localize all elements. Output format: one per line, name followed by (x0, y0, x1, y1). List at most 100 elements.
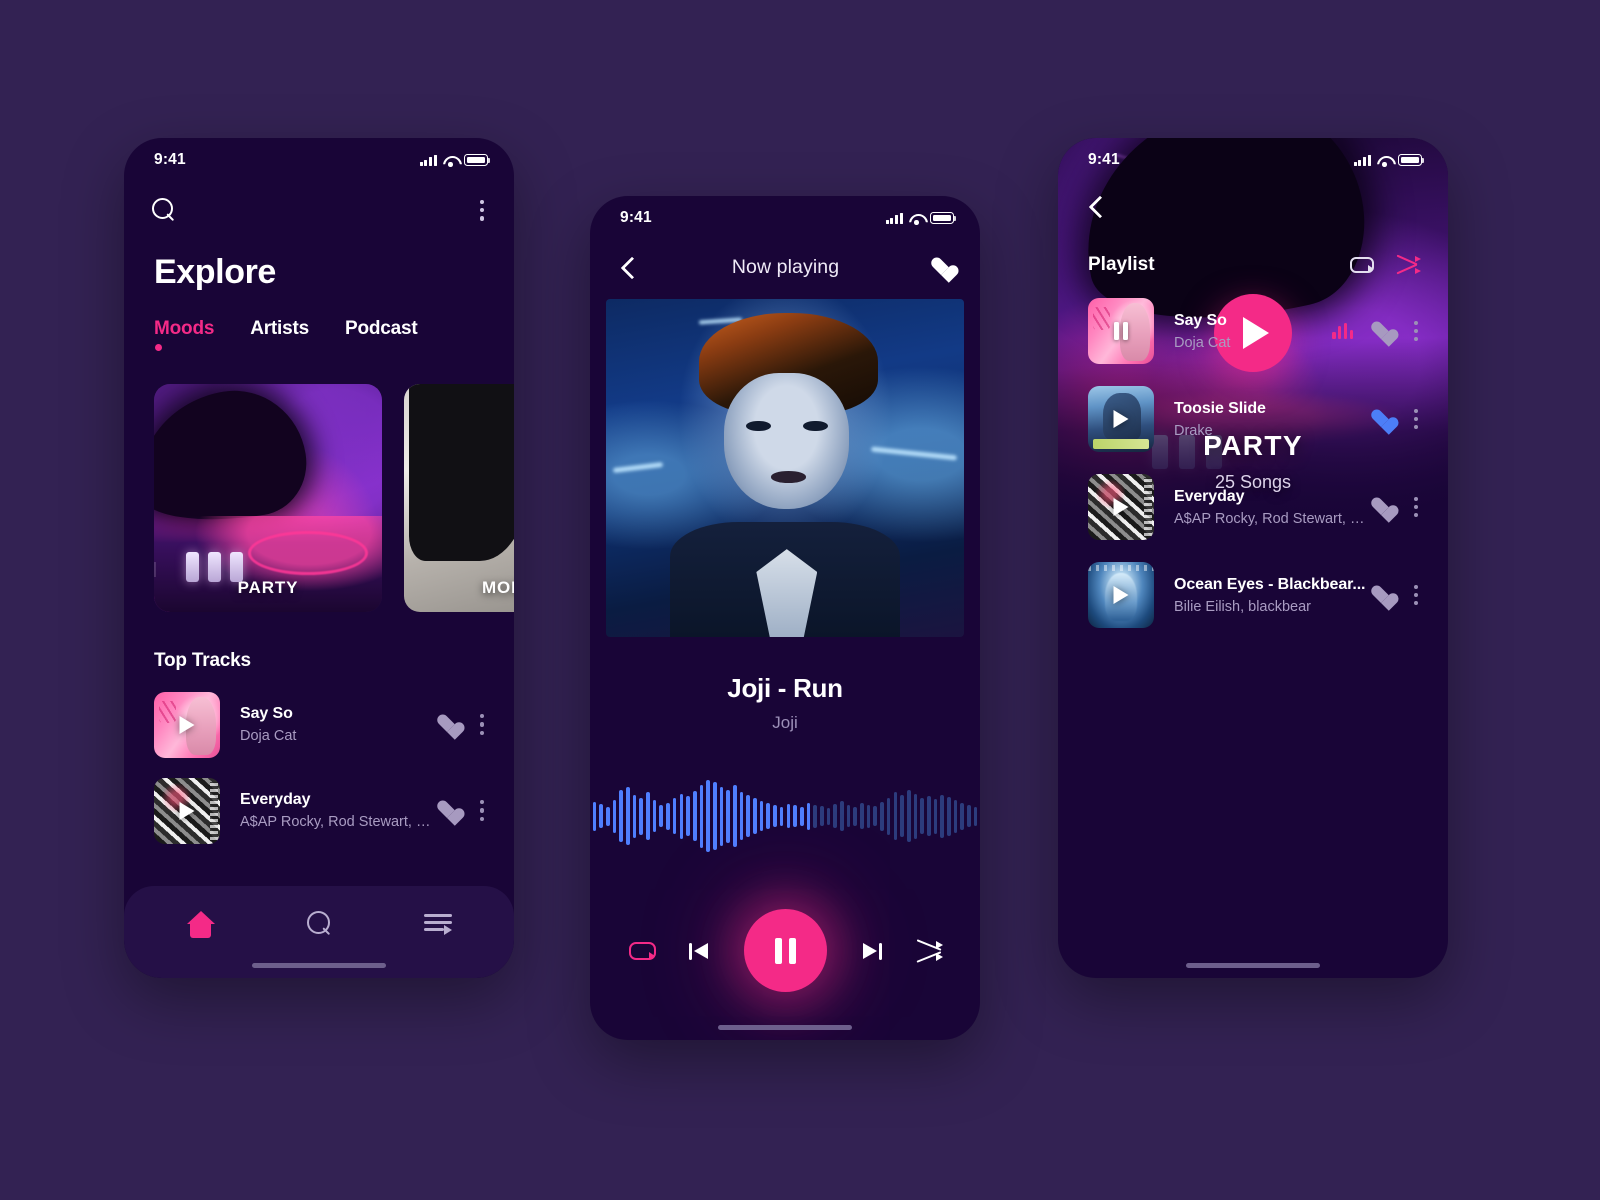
waveform-bar (679, 793, 684, 839)
waveform-bar (906, 790, 911, 842)
page-title: Explore (154, 252, 276, 291)
table-row[interactable]: Everyday A$AP Rocky, Rod Stewart, Mi... (124, 758, 514, 844)
mood-card-party[interactable]: PARTY (154, 383, 382, 612)
track-actions (437, 710, 488, 739)
kebab-menu-icon[interactable] (1410, 405, 1422, 434)
play-icon[interactable] (179, 715, 195, 734)
search-icon[interactable] (306, 911, 333, 937)
chevron-left-icon[interactable] (1086, 196, 1108, 218)
waveform-bar (659, 805, 664, 827)
list-item[interactable]: Everyday A$AP Rocky, Rod Stewart, Mi... (1058, 452, 1448, 540)
explore-tabs: Moods Artists Podcast (124, 292, 514, 351)
album-thumbnail[interactable] (1088, 562, 1154, 628)
waveform-bar (806, 802, 811, 830)
waveform-bar (773, 805, 777, 827)
waveform-bar (759, 801, 764, 831)
waveform-bar (753, 798, 757, 834)
explore-topbar (124, 182, 514, 225)
heart-icon[interactable] (1371, 410, 1392, 429)
waveform-bar (699, 784, 704, 848)
neon-light-decor (870, 446, 957, 461)
album-thumbnail[interactable] (1088, 298, 1154, 364)
waveform-bar (652, 800, 657, 832)
kebab-menu-icon[interactable] (476, 710, 488, 739)
pause-icon[interactable] (743, 909, 827, 992)
tab-artists[interactable]: Artists (250, 318, 309, 340)
play-icon[interactable] (1113, 586, 1129, 604)
waveform-bar (626, 787, 630, 845)
track-title: Say So (240, 705, 293, 723)
waveform-bar (920, 798, 924, 834)
waveform-bar (599, 804, 603, 828)
waveform-bar (639, 797, 644, 835)
shuffle-icon[interactable] (915, 938, 943, 964)
heart-icon[interactable] (931, 258, 952, 277)
play-icon[interactable] (1113, 410, 1129, 428)
table-row[interactable]: Say So Doja Cat (124, 672, 514, 758)
track-actions (437, 796, 488, 825)
album-thumbnail[interactable] (154, 691, 220, 758)
now-playing-title: Joji - Run (727, 673, 843, 703)
list-item[interactable]: Ocean Eyes - Blackbear... Bilie Eilish, … (1058, 540, 1448, 628)
heart-icon[interactable] (1371, 586, 1392, 605)
album-thumbnail[interactable] (154, 777, 220, 844)
heart-icon[interactable] (1371, 322, 1392, 341)
shuffle-icon[interactable] (1396, 254, 1421, 275)
waveform-bar (947, 796, 951, 836)
waveform-bar (953, 799, 958, 833)
neon-light-decor (613, 461, 664, 473)
dj-knobs-decor (185, 551, 243, 582)
waveform-bar (592, 801, 597, 831)
repeat-icon[interactable] (628, 938, 656, 964)
waveform-bar (880, 801, 884, 831)
waveform-bar (632, 794, 637, 838)
battery-icon (464, 154, 491, 166)
tab-moods[interactable]: Moods (154, 318, 214, 351)
mouth-decor (770, 471, 807, 483)
skip-next-icon[interactable] (857, 938, 885, 964)
home-icon[interactable] (186, 910, 216, 938)
status-time: 9:41 (154, 151, 186, 168)
waveform-bar (940, 794, 944, 838)
track-title: Ocean Eyes - Blackbear... (1174, 575, 1366, 593)
pause-icon[interactable] (1114, 322, 1128, 340)
home-indicator (252, 963, 386, 968)
search-icon[interactable] (152, 198, 176, 222)
waveform-bar (926, 796, 931, 836)
mood-card-morning[interactable]: MORNING (404, 383, 514, 612)
list-item[interactable]: Say So Doja Cat (1058, 276, 1448, 364)
track-title: Say So (1174, 311, 1227, 329)
waveform-scrubber[interactable] (590, 779, 980, 853)
play-icon[interactable] (1113, 498, 1129, 516)
kebab-menu-icon[interactable] (1410, 581, 1422, 610)
playlist-icon[interactable] (424, 914, 453, 935)
heart-icon[interactable] (437, 715, 458, 734)
waveform-bar (826, 807, 831, 825)
album-thumbnail[interactable] (1088, 474, 1154, 540)
waveform-bar (666, 802, 670, 830)
waveform-bar (799, 806, 804, 826)
heart-icon[interactable] (1371, 498, 1392, 517)
status-time: 9:41 (1088, 151, 1120, 168)
album-thumbnail[interactable] (1088, 386, 1154, 452)
waveform-bar (893, 792, 898, 840)
dj-ring-decor (248, 531, 369, 576)
kebab-menu-icon[interactable] (476, 796, 488, 825)
chevron-left-icon[interactable] (618, 257, 640, 279)
mood-card-list: PARTY MORNING (124, 340, 514, 612)
list-item[interactable]: Toosie Slide Drake (1058, 364, 1448, 452)
repeat-icon[interactable] (1350, 255, 1374, 275)
track-artist: Doja Cat (240, 728, 297, 745)
kebab-menu-icon[interactable] (1410, 317, 1422, 346)
playlist-topbar (1058, 182, 1448, 218)
tab-podcast[interactable]: Podcast (345, 318, 418, 340)
kebab-menu-icon[interactable] (476, 196, 488, 225)
waveform-bar (846, 805, 851, 827)
waveform-bar (866, 804, 871, 828)
play-icon[interactable] (179, 801, 195, 820)
skip-previous-icon[interactable] (686, 938, 714, 964)
battery-icon (930, 212, 957, 224)
heart-icon[interactable] (437, 801, 458, 820)
waveform-bar (733, 785, 737, 847)
kebab-menu-icon[interactable] (1410, 493, 1422, 522)
